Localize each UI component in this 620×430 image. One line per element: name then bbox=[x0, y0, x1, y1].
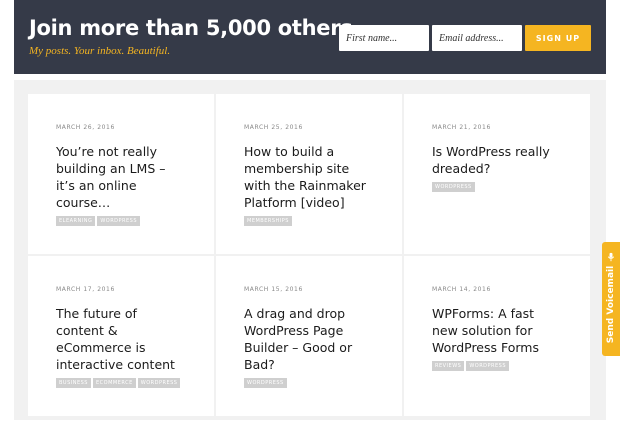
tag-link[interactable]: ELEARNING bbox=[56, 216, 96, 226]
tag-link[interactable]: BUSINESS bbox=[56, 378, 91, 388]
post-card[interactable]: MARCH 25, 2016 How to build a membership… bbox=[216, 94, 402, 254]
post-tags: REVIEWS WORDPRESS bbox=[432, 361, 562, 371]
post-tags: WORDPRESS bbox=[432, 182, 562, 192]
send-voicemail-text: Send Voicemail bbox=[606, 265, 616, 344]
tag-link[interactable]: ECOMMERCE bbox=[93, 378, 136, 388]
microphone-icon bbox=[607, 252, 615, 264]
post-title-link[interactable]: A drag and drop WordPress Page Builder –… bbox=[244, 305, 374, 373]
tag-link[interactable]: WORDPRESS bbox=[244, 378, 287, 388]
post-title-link[interactable]: The future of content & eCommerce is int… bbox=[56, 305, 186, 373]
send-voicemail-label: Send Voicemail bbox=[605, 252, 617, 344]
post-tags: ELEARNING WORDPRESS bbox=[56, 216, 186, 226]
post-tags: BUSINESS ECOMMERCE WORDPRESS bbox=[56, 378, 186, 388]
post-card[interactable]: MARCH 17, 2016 The future of content & e… bbox=[28, 256, 214, 416]
posts-grid: MARCH 26, 2016 You’re not really buildin… bbox=[14, 80, 606, 420]
post-date: MARCH 25, 2016 bbox=[244, 124, 303, 131]
post-title-link[interactable]: WPForms: A fast new solution for WordPre… bbox=[432, 305, 562, 356]
tag-link[interactable]: MEMBERSHIPS bbox=[244, 216, 292, 226]
post-title-link[interactable]: How to build a membership site with the … bbox=[244, 143, 374, 211]
post-card[interactable]: MARCH 26, 2016 You’re not really buildin… bbox=[28, 94, 214, 254]
post-card[interactable]: MARCH 21, 2016 Is WordPress really dread… bbox=[404, 94, 590, 254]
tag-link[interactable]: WORDPRESS bbox=[466, 361, 510, 371]
tag-link[interactable]: WORDPRESS bbox=[137, 378, 181, 388]
tag-link[interactable]: REVIEWS bbox=[432, 361, 465, 371]
first-name-input[interactable] bbox=[339, 25, 429, 51]
send-voicemail-button[interactable]: Send Voicemail bbox=[602, 242, 620, 356]
post-date: MARCH 14, 2016 bbox=[432, 286, 491, 293]
post-title-link[interactable]: You’re not really building an LMS – it’s… bbox=[56, 143, 186, 211]
banner-subtitle: My posts. Your inbox. Beautiful. bbox=[29, 45, 171, 57]
post-title-link[interactable]: Is WordPress really dreaded? bbox=[432, 143, 562, 177]
subscribe-banner: Join more than 5,000 others My posts. Yo… bbox=[14, 0, 606, 74]
post-card[interactable]: MARCH 14, 2016 WPForms: A fast new solut… bbox=[404, 256, 590, 416]
tag-link[interactable]: WORDPRESS bbox=[97, 216, 141, 226]
post-tags: WORDPRESS bbox=[244, 378, 374, 388]
tag-link[interactable]: WORDPRESS bbox=[432, 182, 475, 192]
post-card[interactable]: MARCH 15, 2016 A drag and drop WordPress… bbox=[216, 256, 402, 416]
post-date: MARCH 26, 2016 bbox=[56, 124, 115, 131]
post-date: MARCH 17, 2016 bbox=[56, 286, 115, 293]
sign-up-button[interactable]: SIGN UP bbox=[525, 25, 591, 51]
post-tags: MEMBERSHIPS bbox=[244, 216, 374, 226]
banner-title: Join more than 5,000 others bbox=[29, 16, 353, 40]
post-date: MARCH 21, 2016 bbox=[432, 124, 491, 131]
email-input[interactable] bbox=[432, 25, 522, 51]
post-date: MARCH 15, 2016 bbox=[244, 286, 303, 293]
